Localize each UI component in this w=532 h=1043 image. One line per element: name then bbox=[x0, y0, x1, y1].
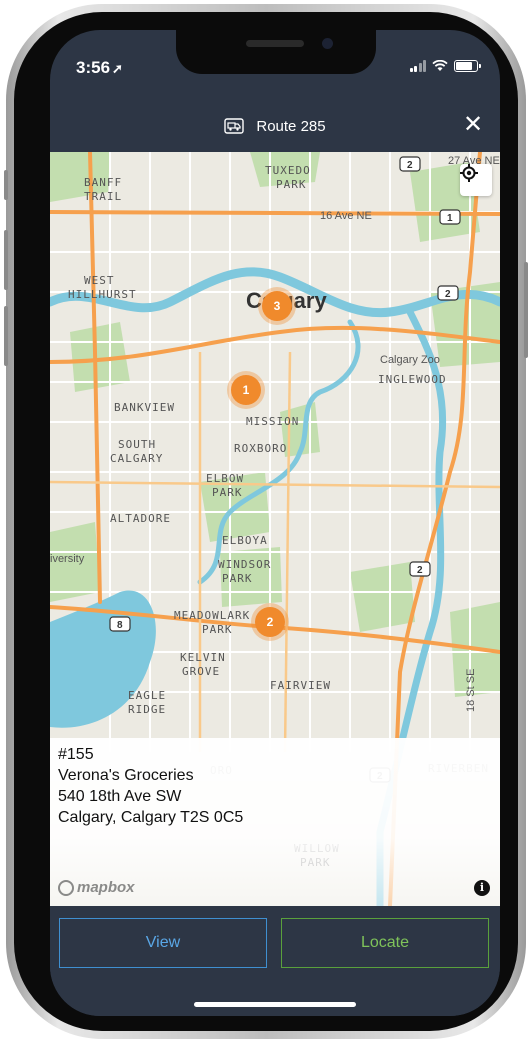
view-button[interactable]: View bbox=[59, 918, 267, 968]
mapbox-logo-text: mapbox bbox=[77, 879, 135, 896]
marker-1-label: 1 bbox=[242, 383, 250, 397]
marker-3-label: 3 bbox=[273, 299, 281, 313]
page-title: Route 285 bbox=[256, 117, 326, 135]
mute-switch bbox=[4, 170, 8, 200]
road-shield-2a: 2 bbox=[407, 160, 413, 171]
map-label-elbow-park: PARK bbox=[212, 486, 243, 499]
map-label-elboya: ELBOYA bbox=[222, 534, 268, 547]
stop-info-panel[interactable]: #155 Verona's Groceries 540 18th Ave SW … bbox=[50, 738, 500, 906]
front-camera bbox=[322, 38, 333, 49]
view-button-label: View bbox=[145, 934, 181, 951]
speaker-grille bbox=[246, 40, 304, 47]
status-time-text: 3:56 bbox=[76, 58, 111, 77]
notch bbox=[176, 30, 376, 74]
stop-number: #155 bbox=[58, 746, 94, 763]
close-icon: ✕ bbox=[462, 111, 484, 138]
stop-name: Verona's Groceries bbox=[58, 767, 194, 784]
map-label-south: SOUTH bbox=[118, 438, 156, 451]
road-shield-1: 1 bbox=[447, 213, 453, 224]
info-icon: i bbox=[479, 881, 485, 894]
map-label-hillhurst: HILLHURST bbox=[68, 288, 137, 301]
volume-down-button bbox=[4, 306, 8, 366]
map-label-18st: 18 St SE bbox=[465, 669, 477, 712]
marker-2-label: 2 bbox=[266, 615, 274, 629]
map-marker-2[interactable]: 2 bbox=[255, 607, 285, 637]
road-shield-2b: 2 bbox=[445, 289, 451, 300]
map-label-grove: GROVE bbox=[182, 665, 220, 678]
stop-address: 540 18th Ave SW bbox=[58, 788, 182, 805]
action-bar: View Locate bbox=[50, 906, 500, 1016]
map-label-inglewood: INGLEWOOD bbox=[378, 373, 447, 386]
close-button[interactable]: ✕ bbox=[460, 112, 486, 138]
map-label-west: WEST bbox=[84, 274, 115, 287]
map-view[interactable]: TUXEDO PARK BANFF TRAIL 16 Ave NE 27 Ave… bbox=[50, 152, 500, 906]
locate-button[interactable]: Locate bbox=[281, 918, 489, 968]
map-label-trail: TRAIL bbox=[84, 190, 122, 203]
map-marker-1[interactable]: 1 bbox=[231, 375, 261, 405]
map-label-tuxedo: TUXEDO bbox=[265, 164, 311, 177]
status-time: 3:56 ➚ bbox=[76, 58, 123, 78]
map-marker-3[interactable]: 3 bbox=[262, 291, 292, 321]
map-label-meadowlark-park: PARK bbox=[202, 623, 233, 636]
map-label-south-calgary: CALGARY bbox=[110, 452, 163, 465]
signal-icon bbox=[409, 60, 426, 72]
map-label-fairview: FAIRVIEW bbox=[270, 679, 331, 692]
map-label-16ave: 16 Ave NE bbox=[320, 210, 372, 222]
map-label-altadore: ALTADORE bbox=[110, 512, 171, 525]
locate-button-label: Locate bbox=[360, 934, 410, 951]
road-shield-8: 8 bbox=[117, 620, 123, 631]
map-label-bankview: BANKVIEW bbox=[114, 401, 175, 414]
locate-me-button[interactable] bbox=[460, 164, 492, 196]
home-indicator[interactable] bbox=[194, 1002, 356, 1007]
map-label-elbow: ELBOW bbox=[206, 472, 244, 485]
mapbox-logo[interactable]: mapbox bbox=[58, 879, 135, 896]
power-button bbox=[524, 262, 528, 358]
stop-city: Calgary, Calgary T2S 0C5 bbox=[58, 809, 244, 826]
attribution-info-button[interactable]: i bbox=[474, 880, 490, 896]
map-label-eagle: EAGLE bbox=[128, 689, 166, 702]
map-label-tuxedo-park: PARK bbox=[276, 178, 307, 191]
map-label-university: iversity bbox=[50, 553, 85, 565]
road-shield-2c: 2 bbox=[417, 565, 423, 576]
location-arrow-icon: ➚ bbox=[112, 61, 123, 76]
battery-icon bbox=[454, 60, 481, 72]
volume-up-button bbox=[4, 230, 8, 290]
status-icons bbox=[409, 60, 481, 72]
app-header: Route 285 ✕ bbox=[50, 100, 500, 152]
map-label-banff: BANFF bbox=[84, 176, 122, 189]
phone-screen: 3:56 ➚ Route 285 ✕ TUXEDO PARK BANFF TRA… bbox=[50, 30, 500, 1016]
map-label-meadowlark: MEADOWLARK bbox=[174, 609, 250, 622]
map-label-ridge: RIDGE bbox=[128, 703, 166, 716]
locate-crosshair-icon bbox=[460, 164, 478, 182]
map-label-mission: MISSION bbox=[246, 415, 299, 428]
map-label-windsor: WINDSOR bbox=[218, 558, 271, 571]
wifi-icon bbox=[432, 60, 448, 72]
map-label-zoo: Calgary Zoo bbox=[380, 354, 440, 366]
mapbox-logo-icon bbox=[58, 879, 74, 896]
map-label-kelvin: KELVIN bbox=[180, 651, 226, 664]
route-truck-icon bbox=[224, 118, 245, 134]
map-label-windsor-park: PARK bbox=[222, 572, 253, 585]
map-label-roxboro: ROXBORO bbox=[234, 442, 287, 455]
